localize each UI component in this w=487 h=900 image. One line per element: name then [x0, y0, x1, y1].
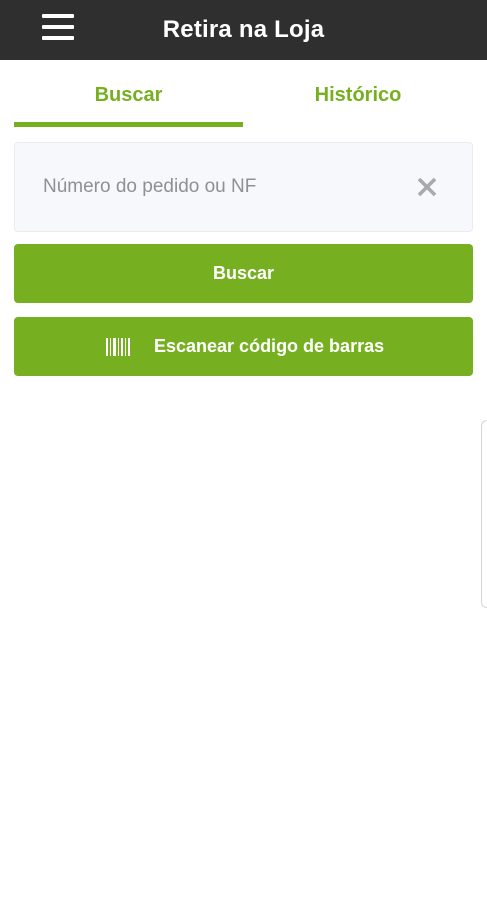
- active-tab-indicator: [14, 122, 243, 127]
- close-icon[interactable]: [415, 175, 439, 199]
- side-drawer-handle[interactable]: [481, 420, 487, 608]
- menu-line: [42, 25, 74, 29]
- close-icon-glyph: [417, 177, 437, 197]
- search-button[interactable]: Buscar: [14, 244, 473, 303]
- scan-barcode-button[interactable]: Escanear código de barras: [14, 317, 473, 376]
- search-button-label: Buscar: [212, 263, 275, 283]
- search-field-container: [14, 142, 473, 232]
- barcode-icon-glyph: [106, 338, 130, 356]
- menu-line: [42, 14, 74, 18]
- top-app-bar: Retira na Loja: [0, 0, 487, 60]
- scan-barcode-button-label: Escanear código de barras: [154, 336, 385, 356]
- barcode-icon: [106, 338, 130, 356]
- app-screen: Retira na Loja Buscar Histórico Buscar: [0, 0, 487, 900]
- order-number-input[interactable]: [43, 167, 403, 207]
- tab-historico[interactable]: Histórico: [243, 60, 473, 127]
- tab-buscar[interactable]: Buscar: [14, 60, 243, 127]
- hamburger-menu-icon[interactable]: [40, 11, 78, 47]
- menu-line: [42, 36, 74, 40]
- tab-bar: Buscar Histórico: [14, 60, 473, 127]
